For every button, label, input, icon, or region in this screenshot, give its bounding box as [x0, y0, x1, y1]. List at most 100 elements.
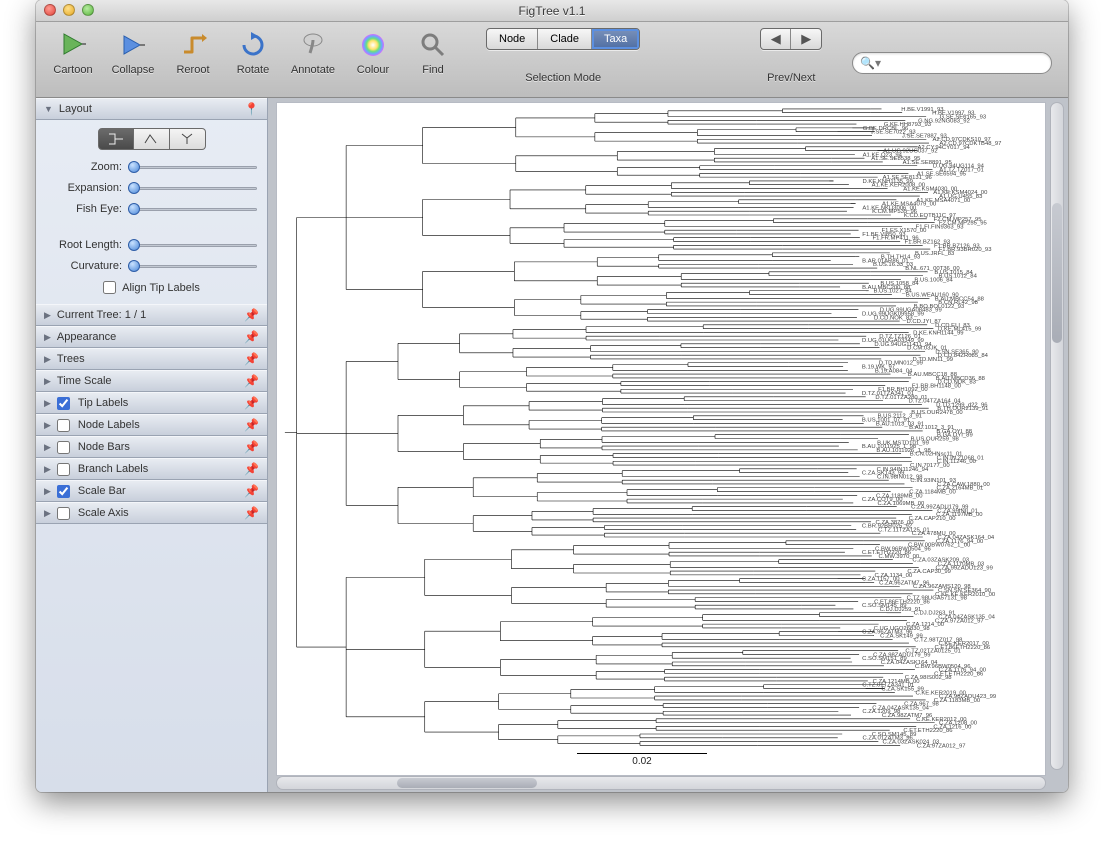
- search-input[interactable]: [852, 52, 1052, 74]
- tip-label[interactable]: C.ZA.1183MB_00: [934, 698, 981, 704]
- selection-node-button[interactable]: Node: [487, 29, 538, 49]
- rootlength-label: Root Length:: [46, 239, 122, 251]
- disclosure-closed-icon[interactable]: ▶: [44, 420, 51, 431]
- panel-checkbox-7[interactable]: [57, 463, 70, 476]
- panel-checkbox-4[interactable]: [57, 397, 70, 410]
- body: ▼ Layout 📍 Zoom: Expansion:: [36, 98, 1068, 792]
- zoom-row: Zoom:: [46, 160, 257, 174]
- tip-label[interactable]: B.US.1006_84: [914, 277, 953, 283]
- panel-head-1[interactable]: ▶Appearance📌: [36, 326, 267, 348]
- collapse-icon: [116, 28, 150, 62]
- disclosure-closed-icon[interactable]: ▶: [44, 310, 51, 321]
- pin-icon[interactable]: 📌: [244, 352, 259, 366]
- rootlength-slider[interactable]: [128, 238, 257, 252]
- panel-head-3[interactable]: ▶Time Scale📌: [36, 370, 267, 392]
- panel-head-9[interactable]: ▶ Scale Axis 📌: [36, 502, 267, 524]
- annotate-label: Annotate: [291, 64, 335, 76]
- zoom-slider[interactable]: [128, 160, 257, 174]
- tip-label[interactable]: B.US.JRFL_83: [915, 251, 955, 257]
- panel-head-8[interactable]: ▶ Scale Bar 📌: [36, 480, 267, 502]
- disclosure-closed-icon[interactable]: ▶: [44, 442, 51, 453]
- disclosure-closed-icon[interactable]: ▶: [44, 486, 51, 497]
- selection-mode-segmented: Node Clade Taxa: [486, 28, 640, 50]
- selection-clade-button[interactable]: Clade: [538, 29, 592, 49]
- panel-checkbox-9[interactable]: [57, 507, 70, 520]
- cartoon-label: Cartoon: [53, 64, 92, 76]
- panel-title: Scale Bar: [78, 485, 126, 497]
- next-button[interactable]: ▶: [791, 29, 821, 49]
- panel-layout-head[interactable]: ▼ Layout 📍: [36, 98, 267, 120]
- disclosure-closed-icon[interactable]: ▶: [44, 508, 51, 519]
- fisheye-slider[interactable]: [128, 202, 257, 216]
- pin-icon[interactable]: 📌: [244, 330, 259, 344]
- close-window-icon[interactable]: [44, 4, 56, 16]
- pin-icon[interactable]: 📌: [244, 484, 259, 498]
- panel-title: Node Bars: [78, 441, 130, 453]
- panel-head-7[interactable]: ▶Branch Labels📌: [36, 458, 267, 480]
- panel-title: Scale Axis: [78, 507, 129, 519]
- colour-icon: [356, 28, 390, 62]
- tip-label[interactable]: C.ZA.97ZA012_97: [917, 743, 966, 749]
- panel-checkbox-8[interactable]: [57, 485, 70, 498]
- panel-head-5[interactable]: ▶ Node Labels 📌: [36, 414, 267, 436]
- panel-head-4[interactable]: ▶Tip Labels📌: [36, 392, 267, 414]
- fisheye-row: Fish Eye:: [46, 202, 257, 216]
- cartoon-button[interactable]: Cartoon: [46, 28, 100, 76]
- titlebar: FigTree v1.1: [36, 0, 1068, 22]
- find-icon: [416, 28, 450, 62]
- zoom-window-icon[interactable]: [82, 4, 94, 16]
- toolbar-main-group: Cartoon Collapse Reroot Rotate: [46, 28, 460, 76]
- disclosure-open-icon[interactable]: ▼: [44, 104, 53, 114]
- disclosure-closed-icon[interactable]: ▶: [44, 398, 51, 409]
- minimize-window-icon[interactable]: [63, 4, 75, 16]
- pin-icon[interactable]: 📌: [244, 308, 259, 322]
- vertical-thumb[interactable]: [1052, 203, 1062, 343]
- panel-head-2[interactable]: ▶ Trees 📌: [36, 348, 267, 370]
- collapse-button[interactable]: Collapse: [106, 28, 160, 76]
- disclosure-closed-icon[interactable]: ▶: [44, 332, 51, 343]
- tip-label[interactable]: C.ZA.CAP210_00: [909, 516, 957, 522]
- expansion-slider[interactable]: [128, 181, 257, 195]
- panel-title: Trees: [57, 353, 85, 365]
- rootlength-row: Root Length:: [46, 238, 257, 252]
- scale-bar-line: [577, 753, 707, 754]
- pin-icon[interactable]: 📌: [244, 440, 259, 454]
- curvature-slider[interactable]: [128, 259, 257, 273]
- colour-button[interactable]: Colour: [346, 28, 400, 76]
- align-tip-labels-checkbox[interactable]: [103, 281, 116, 294]
- rotate-button[interactable]: Rotate: [226, 28, 280, 76]
- scale-bar: 0.02: [577, 753, 707, 767]
- horizontal-thumb[interactable]: [397, 778, 537, 788]
- tip-label[interactable]: C.ZA.CAP30_99: [907, 569, 951, 575]
- panel-checkbox-5[interactable]: [57, 419, 70, 432]
- layout-polar-button[interactable]: [134, 128, 170, 150]
- expansion-label: Expansion:: [46, 182, 122, 194]
- prev-button[interactable]: ◀: [761, 29, 791, 49]
- panel-title: Node Labels: [78, 419, 140, 431]
- pin-icon[interactable]: 📌: [244, 506, 259, 520]
- annotate-button[interactable]: Annotate: [286, 28, 340, 76]
- disclosure-closed-icon[interactable]: ▶: [44, 354, 51, 365]
- disclosure-closed-icon[interactable]: ▶: [44, 464, 51, 475]
- tree-canvas[interactable]: H.BE.V1991_93H.BE.V1997_93G.SE.SE6165_93…: [276, 102, 1046, 776]
- panel-checkbox-6[interactable]: [57, 441, 70, 454]
- expansion-row: Expansion:: [46, 181, 257, 195]
- pin-icon[interactable]: 📌: [244, 418, 259, 432]
- reroot-button[interactable]: Reroot: [166, 28, 220, 76]
- disclosure-closed-icon[interactable]: ▶: [44, 376, 51, 387]
- pin-icon[interactable]: 📌: [244, 462, 259, 476]
- layout-rect-button[interactable]: [98, 128, 134, 150]
- vertical-scrollbar[interactable]: [1050, 102, 1064, 770]
- panel-head-0[interactable]: ▶Current Tree: 1 / 1📌: [36, 304, 267, 326]
- panel-head-6[interactable]: ▶ Node Bars 📌: [36, 436, 267, 458]
- pin-icon[interactable]: 📌: [244, 396, 259, 410]
- layout-radial-button[interactable]: [170, 128, 206, 150]
- prevnext-label: Prev/Next: [767, 72, 815, 84]
- horizontal-scrollbar[interactable]: [276, 776, 1046, 790]
- pin-icon[interactable]: 📌: [244, 374, 259, 388]
- pin-icon[interactable]: 📍: [244, 102, 259, 116]
- fisheye-label: Fish Eye:: [46, 203, 122, 215]
- find-button[interactable]: Find: [406, 28, 460, 76]
- selection-taxa-button[interactable]: Taxa: [592, 29, 639, 49]
- align-tip-labels-row: Align Tip Labels: [46, 281, 257, 294]
